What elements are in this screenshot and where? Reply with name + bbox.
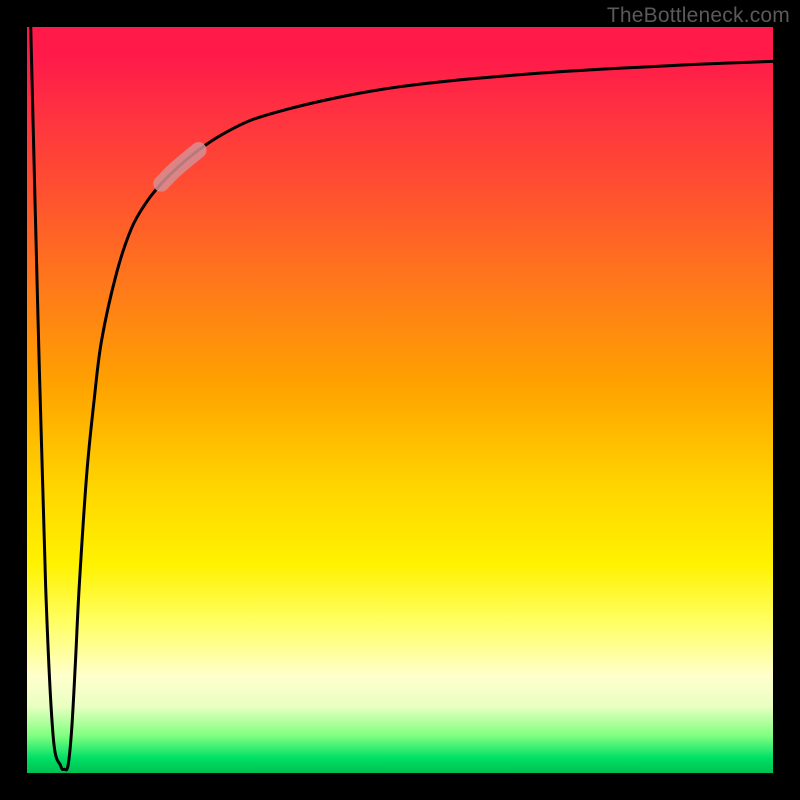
plot-area [27,27,773,773]
chart-container: TheBottleneck.com [0,0,800,800]
attribution-text: TheBottleneck.com [607,4,790,28]
gradient-background [27,27,773,773]
